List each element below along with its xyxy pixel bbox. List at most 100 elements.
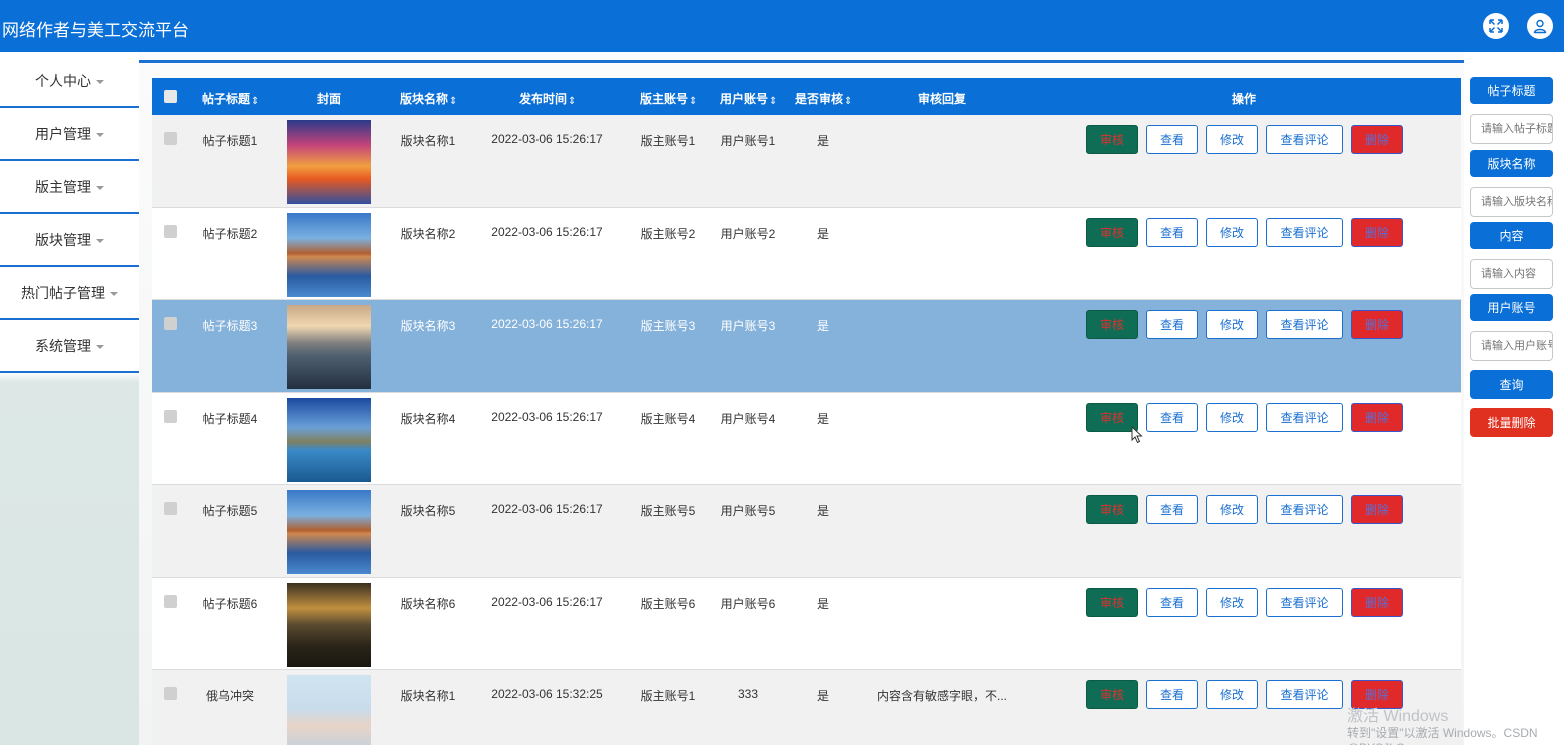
user-profile-button[interactable] [1527,13,1553,39]
header-post-title[interactable]: 帖子标题 [202,90,258,107]
table-row[interactable]: 帖子标题3 版块名称3 2022-03-06 15:26:17 版主账号3 用户账号3 是… [152,300,1461,393]
view-comments-button[interactable]: 查看评论 [1266,310,1343,339]
caret-down-icon [96,132,104,137]
search-content-input[interactable] [1470,259,1553,289]
view-button[interactable]: 查看 [1146,495,1198,524]
sort-icon [689,93,697,107]
row-checkbox[interactable] [164,409,177,423]
cell-user-account: 用户账号2 [720,226,776,241]
sidebar-item-moderator-management[interactable]: 版主管理 [0,161,139,214]
edit-button[interactable]: 修改 [1206,125,1258,154]
header-moderator-account[interactable]: 版主账号 [640,90,696,107]
row-checkbox[interactable] [164,687,177,700]
view-comments-button[interactable]: 查看评论 [1266,217,1343,247]
table-row[interactable]: 帖子标题5 版块名称5 2022-03-06 15:26:17 版主账号5 用户账号5 是… [152,485,1461,578]
cell-audited: 是 [816,689,829,703]
cell-post-title: 帖子标题5 [202,504,258,518]
cell-user-account: 用户账号3 [720,319,776,333]
table-row[interactable]: 俄乌冲突 版块名称1 2022-03-06 15:32:25 版主账号1 333 是 内容含… [152,670,1461,745]
view-button[interactable]: 查看 [1146,125,1198,154]
edit-button[interactable]: 修改 [1206,217,1258,247]
select-all-checkbox[interactable] [164,90,177,103]
audit-button[interactable]: 审核 [1086,495,1138,524]
audit-button[interactable]: 审核 [1086,310,1138,339]
view-button[interactable]: 查看 [1146,310,1198,339]
search-user-input[interactable] [1470,331,1553,361]
edit-button[interactable]: 修改 [1206,495,1258,524]
search-user-label: 用户账号 [1470,294,1553,321]
cover-image [287,490,371,574]
table-row[interactable]: 帖子标题2 版块名称2 2022-03-06 15:26:17 版主账号2 用户账号2 是… [152,207,1461,300]
cell-moderator-account: 版主账号4 [640,411,696,426]
edit-button[interactable]: 修改 [1206,680,1258,709]
divider [139,60,1464,63]
cell-moderator-account: 版主账号3 [640,319,696,333]
delete-button[interactable]: 删除 [1351,495,1403,524]
audit-button[interactable]: 审核 [1086,217,1138,247]
delete-button[interactable]: 删除 [1351,310,1403,339]
delete-button[interactable]: 删除 [1351,402,1403,432]
audit-button[interactable]: 审核 [1086,125,1138,154]
audit-button[interactable]: 审核 [1086,587,1138,617]
table-row[interactable]: 帖子标题1 版块名称1 2022-03-06 15:26:17 版主账号1 用户账号1 是… [152,115,1461,208]
cell-publish-time: 2022-03-06 15:32:25 [491,687,603,701]
cell-user-account: 用户账号1 [720,134,776,148]
posts-table: 帖子标题 封面 版块名称 发布时间 版主账号 用户账号 是否审核 审核回复 操作… [152,78,1461,745]
view-comments-button[interactable]: 查看评论 [1266,402,1343,432]
sidebar-item-label: 版块管理 [35,231,91,248]
cell-board-name: 版块名称2 [400,226,456,241]
sidebar-item-label: 个人中心 [35,72,91,89]
row-checkbox[interactable] [164,132,177,145]
batch-delete-button[interactable]: 批量删除 [1470,408,1553,437]
cell-audit-reply: 内容含有敏感字眼，不... [876,689,1007,703]
view-comments-button[interactable]: 查看评论 [1266,125,1343,154]
cell-post-title: 帖子标题6 [202,596,258,611]
view-comments-button[interactable]: 查看评论 [1266,495,1343,524]
header-board-name[interactable]: 版块名称 [400,90,456,107]
view-button[interactable]: 查看 [1146,587,1198,617]
view-button[interactable]: 查看 [1146,402,1198,432]
search-title-input[interactable] [1470,114,1553,144]
query-button[interactable]: 查询 [1470,370,1553,399]
cover-image [287,120,371,204]
windows-activation-hint: 转到"设置"以激活 Windows。CSDN @BYSJLG [1347,726,1538,745]
row-checkbox[interactable] [164,594,177,608]
table-row[interactable]: 帖子标题6 版块名称6 2022-03-06 15:26:17 版主账号6 用户账号6 是… [152,577,1461,670]
sidebar-item-user-management[interactable]: 用户管理 [0,108,139,161]
edit-button[interactable]: 修改 [1206,310,1258,339]
sidebar-item-personal-center[interactable]: 个人中心 [0,55,139,108]
delete-button[interactable]: 删除 [1351,217,1403,247]
header-audited[interactable]: 是否审核 [795,90,851,107]
view-button[interactable]: 查看 [1146,680,1198,709]
row-checkbox[interactable] [164,317,177,330]
cell-post-title: 帖子标题1 [202,134,258,148]
edit-button[interactable]: 修改 [1206,587,1258,617]
edit-button[interactable]: 修改 [1206,402,1258,432]
caret-down-icon [110,291,118,296]
sidebar-item-board-management[interactable]: 版块管理 [0,214,139,267]
header-publish-time[interactable]: 发布时间 [519,90,575,107]
view-comments-button[interactable]: 查看评论 [1266,680,1343,709]
cell-board-name: 版块名称1 [400,689,456,703]
view-comments-button[interactable]: 查看评论 [1266,587,1343,617]
sidebar-item-hot-posts-management[interactable]: 热门帖子管理 [0,267,139,320]
search-board-input[interactable] [1470,187,1553,217]
cell-board-name: 版块名称1 [400,134,456,148]
fullscreen-icon [1489,19,1503,33]
table-row[interactable]: 帖子标题4 版块名称4 2022-03-06 15:26:17 版主账号4 用户账号4 是… [152,392,1461,485]
sort-icon [251,93,259,107]
cell-audited: 是 [816,134,829,148]
fullscreen-button[interactable] [1483,13,1509,39]
sidebar-item-system-management[interactable]: 系统管理 [0,320,139,373]
header-operations: 操作 [1231,92,1256,106]
sort-icon [449,93,457,107]
row-checkbox[interactable] [164,502,177,515]
audit-button[interactable]: 审核 [1086,680,1138,709]
delete-button[interactable]: 删除 [1351,125,1403,154]
sidebar: 个人中心 用户管理 版主管理 版块管理 热门帖子管理 系统管理 [0,52,139,745]
header-user-account[interactable]: 用户账号 [720,90,776,107]
view-button[interactable]: 查看 [1146,217,1198,247]
cell-moderator-account: 版主账号1 [640,689,696,703]
delete-button[interactable]: 删除 [1351,587,1403,617]
row-checkbox[interactable] [164,224,177,238]
